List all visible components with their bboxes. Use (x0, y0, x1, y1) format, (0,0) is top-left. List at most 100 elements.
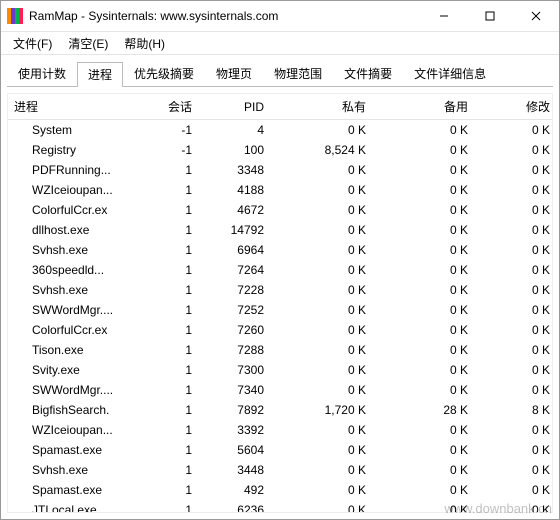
cell-private: 0 K (272, 240, 374, 260)
cell-session: 1 (142, 460, 200, 480)
cell-process: PDFRunning... (8, 160, 142, 180)
cell-session: 1 (142, 260, 200, 280)
column-session[interactable]: 会话 (142, 94, 200, 120)
tab[interactable]: 优先级摘要 (123, 61, 205, 86)
app-icon (7, 8, 23, 24)
table-row[interactable]: dllhost.exe1147920 K0 K0 K (8, 220, 552, 240)
tab[interactable]: 进程 (77, 62, 123, 87)
tab[interactable]: 物理页 (205, 61, 263, 86)
cell-private: 0 K (272, 440, 374, 460)
tab[interactable]: 物理范围 (263, 61, 333, 86)
table-row[interactable]: Svhsh.exe134480 K0 K0 K (8, 460, 552, 480)
cell-process: ColorfulCcr.ex (8, 320, 142, 340)
cell-mod: 0 K (476, 180, 552, 200)
cell-session: 1 (142, 200, 200, 220)
table-row[interactable]: Svhsh.exe172280 K0 K0 K (8, 280, 552, 300)
tab[interactable]: 文件详细信息 (403, 61, 497, 86)
cell-mod: 0 K (476, 480, 552, 500)
cell-mod: 0 K (476, 360, 552, 380)
cell-session: 1 (142, 480, 200, 500)
table-row[interactable]: ColorfulCcr.ex146720 K0 K0 K (8, 200, 552, 220)
cell-mod: 8 K (476, 400, 552, 420)
cell-pid: 6236 (200, 500, 272, 512)
cell-mod: 0 K (476, 120, 552, 141)
maximize-button[interactable] (467, 1, 513, 31)
cell-pid: 492 (200, 480, 272, 500)
cell-pid: 7892 (200, 400, 272, 420)
cell-session: 1 (142, 320, 200, 340)
table-row[interactable]: SWWordMgr....172520 K0 K0 K (8, 300, 552, 320)
cell-spare: 0 K (374, 420, 476, 440)
cell-process: Svhsh.exe (8, 460, 142, 480)
table-row[interactable]: ColorfulCcr.ex172600 K0 K0 K (8, 320, 552, 340)
table-row[interactable]: SWWordMgr....173400 K0 K0 K (8, 380, 552, 400)
minimize-button[interactable] (421, 1, 467, 31)
cell-spare: 0 K (374, 380, 476, 400)
table-row[interactable]: System-140 K0 K0 K (8, 120, 552, 141)
table-row[interactable]: WZIceioupan...141880 K0 K0 K (8, 180, 552, 200)
cell-spare: 0 K (374, 140, 476, 160)
cell-pid: 7260 (200, 320, 272, 340)
menu-item[interactable]: 清空(E) (60, 33, 116, 54)
table-row[interactable]: Spamast.exe14920 K0 K0 K (8, 480, 552, 500)
cell-spare: 0 K (374, 500, 476, 512)
cell-spare: 0 K (374, 320, 476, 340)
cell-session: 1 (142, 280, 200, 300)
column-mod[interactable]: 修改 (476, 94, 552, 120)
table-row[interactable]: Tison.exe172880 K0 K0 K (8, 340, 552, 360)
cell-private: 0 K (272, 280, 374, 300)
tab[interactable]: 使用计数 (7, 61, 77, 86)
cell-private: 0 K (272, 380, 374, 400)
content-area: 进程 会话 PID 私有 备用 修改 System-140 K0 K0 KReg… (7, 93, 553, 513)
table-row[interactable]: Registry-11008,524 K0 K0 K (8, 140, 552, 160)
column-process[interactable]: 进程 (8, 94, 142, 120)
cell-pid: 7300 (200, 360, 272, 380)
process-list[interactable]: 进程 会话 PID 私有 备用 修改 System-140 K0 K0 KReg… (8, 94, 552, 512)
cell-mod: 0 K (476, 320, 552, 340)
column-pid[interactable]: PID (200, 94, 272, 120)
cell-private: 0 K (272, 300, 374, 320)
cell-private: 0 K (272, 180, 374, 200)
cell-process: Svhsh.exe (8, 280, 142, 300)
table-row[interactable]: Spamast.exe156040 K0 K0 K (8, 440, 552, 460)
cell-mod: 0 K (476, 420, 552, 440)
cell-pid: 100 (200, 140, 272, 160)
cell-session: 1 (142, 160, 200, 180)
cell-pid: 4188 (200, 180, 272, 200)
window-title: RamMap - Sysinternals: www.sysinternals.… (29, 9, 421, 23)
cell-session: 1 (142, 400, 200, 420)
cell-private: 1,720 K (272, 400, 374, 420)
cell-session: 1 (142, 300, 200, 320)
cell-spare: 0 K (374, 180, 476, 200)
table-row[interactable]: BigfishSearch.178921,720 K28 K8 K (8, 400, 552, 420)
cell-process: System (8, 120, 142, 141)
menu-item[interactable]: 文件(F) (5, 33, 60, 54)
menu-item[interactable]: 帮助(H) (116, 33, 173, 54)
titlebar[interactable]: RamMap - Sysinternals: www.sysinternals.… (1, 1, 559, 32)
table-row[interactable]: 360speedld...172640 K0 K0 K (8, 260, 552, 280)
cell-process: BigfishSearch. (8, 400, 142, 420)
cell-process: JTLocal.exe (8, 500, 142, 512)
cell-process: ColorfulCcr.ex (8, 200, 142, 220)
cell-spare: 0 K (374, 440, 476, 460)
close-button[interactable] (513, 1, 559, 31)
table-row[interactable]: PDFRunning...133480 K0 K0 K (8, 160, 552, 180)
cell-process: Registry (8, 140, 142, 160)
column-spare[interactable]: 备用 (374, 94, 476, 120)
table-row[interactable]: Svity.exe173000 K0 K0 K (8, 360, 552, 380)
table-row[interactable]: WZIceioupan...133920 K0 K0 K (8, 420, 552, 440)
cell-mod: 0 K (476, 460, 552, 480)
cell-pid: 4672 (200, 200, 272, 220)
tab[interactable]: 文件摘要 (333, 61, 403, 86)
cell-spare: 0 K (374, 240, 476, 260)
table-row[interactable]: JTLocal.exe162360 K0 K0 K (8, 500, 552, 512)
column-private[interactable]: 私有 (272, 94, 374, 120)
cell-private: 0 K (272, 120, 374, 141)
cell-process: Tison.exe (8, 340, 142, 360)
cell-session: 1 (142, 240, 200, 260)
cell-process: Spamast.exe (8, 440, 142, 460)
cell-spare: 0 K (374, 480, 476, 500)
table-row[interactable]: Svhsh.exe169640 K0 K0 K (8, 240, 552, 260)
cell-mod: 0 K (476, 280, 552, 300)
cell-private: 0 K (272, 460, 374, 480)
